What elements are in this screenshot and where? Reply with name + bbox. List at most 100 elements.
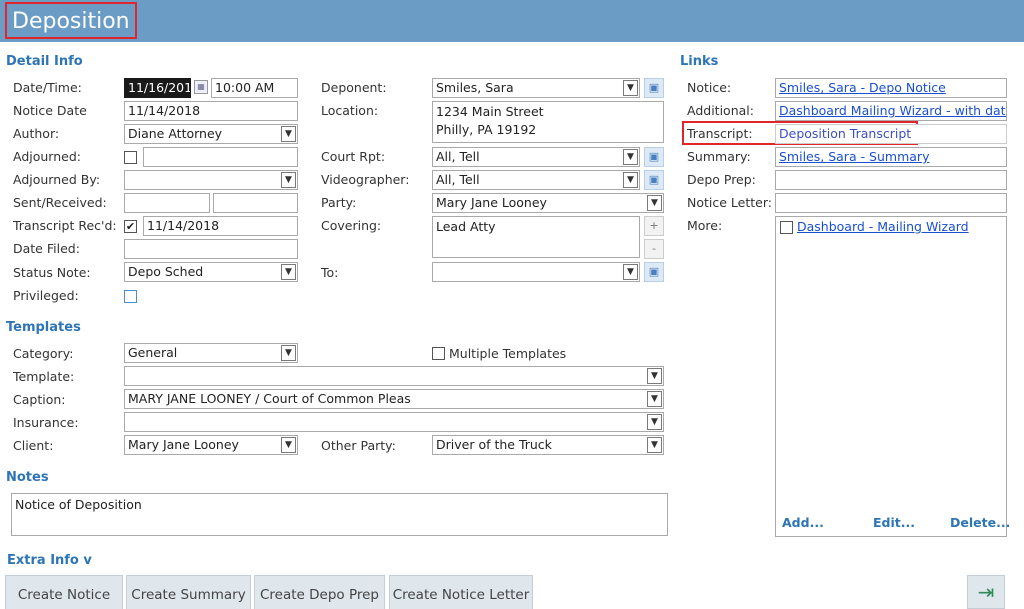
videographer-value: All, Tell <box>436 172 480 187</box>
chevron-down-icon[interactable]: ▼ <box>281 126 296 142</box>
transcript-checkbox[interactable]: ✔ <box>124 220 137 233</box>
covering-list[interactable]: Lead Atty <box>432 216 640 258</box>
chevron-down-icon[interactable]: ▼ <box>623 264 638 280</box>
summary-link-label: Summary: <box>687 149 751 164</box>
party-label: Party: <box>321 195 357 210</box>
adjourned-checkbox[interactable] <box>124 151 137 164</box>
chevron-down-icon[interactable]: ▼ <box>281 345 296 361</box>
party-select[interactable]: Mary Jane Looney ▼ <box>432 193 664 213</box>
other-party-select[interactable]: Driver of the Truck ▼ <box>432 435 664 455</box>
add-link-button[interactable]: Add... <box>782 515 824 530</box>
create-summary-button[interactable]: Create Summary <box>126 575 251 609</box>
transcript-link-label: Transcript: <box>687 126 753 141</box>
author-select[interactable]: Diane Attorney ▼ <box>124 124 298 144</box>
location-line-1: 1234 Main Street <box>436 104 544 119</box>
transcript-link-field[interactable]: Deposition Transcript <box>775 124 1007 144</box>
detail-info-heading: Detail Info <box>6 54 83 69</box>
chevron-down-icon[interactable]: ▼ <box>281 437 296 453</box>
summary-link-field[interactable]: Smiles, Sara - Summary <box>775 147 1007 167</box>
status-note-label: Status Note: <box>13 265 91 280</box>
chevron-down-icon[interactable]: ▼ <box>623 149 638 165</box>
to-select[interactable]: ▼ <box>432 262 640 282</box>
covering-label: Covering: <box>321 218 382 233</box>
client-select[interactable]: Mary Jane Looney ▼ <box>124 435 298 455</box>
to-label: To: <box>321 265 339 280</box>
notice-link-label: Notice: <box>687 80 732 95</box>
privileged-label: Privileged: <box>13 288 79 303</box>
contact-card-icon[interactable]: ▣ <box>644 147 664 167</box>
location-line-2: Philly, PA 19192 <box>436 122 537 137</box>
chevron-down-icon[interactable]: ▼ <box>647 195 662 211</box>
insurance-label: Insurance: <box>13 415 79 430</box>
location-label: Location: <box>321 103 379 118</box>
delete-link-button[interactable]: Delete... <box>950 515 1010 530</box>
create-notice-button[interactable]: Create Notice <box>5 575 123 609</box>
date-filed-field[interactable] <box>124 239 298 259</box>
chevron-down-icon[interactable]: ▼ <box>647 437 662 453</box>
contact-card-icon[interactable]: ▣ <box>644 262 664 282</box>
caption-label: Caption: <box>13 392 66 407</box>
transcript-recd-label: Transcript Rec'd: <box>13 218 117 233</box>
template-select[interactable]: ▼ <box>124 366 664 386</box>
received-field[interactable] <box>213 193 298 213</box>
extra-info-toggle[interactable]: Extra Info v <box>7 553 92 568</box>
covering-value: Lead Atty <box>436 219 496 234</box>
plus-icon[interactable]: + <box>644 216 664 236</box>
edit-link-button[interactable]: Edit... <box>873 515 915 530</box>
time-field[interactable]: 10:00 AM <box>211 78 298 98</box>
insurance-select[interactable]: ▼ <box>124 412 664 432</box>
sent-received-label: Sent/Received: <box>13 195 107 210</box>
privileged-checkbox[interactable] <box>124 290 137 303</box>
more-item-checkbox[interactable] <box>780 221 793 234</box>
videographer-select[interactable]: All, Tell ▼ <box>432 170 640 190</box>
transcript-link[interactable]: Deposition Transcript <box>779 126 911 141</box>
court-rpt-select[interactable]: All, Tell ▼ <box>432 147 640 167</box>
depo-prep-link-field[interactable] <box>775 170 1007 190</box>
chevron-down-icon[interactable]: ▼ <box>623 80 638 96</box>
multiple-templates-label: Multiple Templates <box>449 346 567 361</box>
chevron-down-icon[interactable]: ▼ <box>281 264 296 280</box>
notice-link[interactable]: Smiles, Sara - Depo Notice <box>779 80 946 95</box>
minus-icon[interactable]: - <box>644 239 664 259</box>
caption-select[interactable]: MARY JANE LOONEY / Court of Common Pleas… <box>124 389 664 409</box>
summary-link[interactable]: Smiles, Sara - Summary <box>779 149 929 164</box>
chevron-down-icon[interactable]: ▼ <box>281 172 296 188</box>
notice-link-field[interactable]: Smiles, Sara - Depo Notice <box>775 78 1007 98</box>
date-time-label: Date/Time: <box>13 80 82 95</box>
deponent-value: Smiles, Sara <box>436 80 514 95</box>
author-label: Author: <box>13 126 60 141</box>
additional-link[interactable]: Dashboard Mailing Wizard - with data <box>779 103 1006 118</box>
additional-link-field[interactable]: Dashboard Mailing Wizard - with data <box>775 101 1007 121</box>
chevron-down-icon[interactable]: ▼ <box>647 414 662 430</box>
notice-date-field[interactable]: 11/14/2018 <box>124 101 298 121</box>
deponent-select[interactable]: Smiles, Sara ▼ <box>432 78 640 98</box>
multiple-templates-checkbox[interactable] <box>432 347 445 360</box>
status-select[interactable]: Depo Sched ▼ <box>124 262 298 282</box>
contact-card-icon[interactable]: ▣ <box>644 78 664 98</box>
chevron-down-icon[interactable]: ▼ <box>647 391 662 407</box>
chevron-down-icon[interactable]: ▼ <box>623 172 638 188</box>
date-field[interactable]: 11/16/2018 <box>124 78 191 98</box>
location-field[interactable]: 1234 Main Street Philly, PA 19192 <box>432 101 664 143</box>
more-item-link[interactable]: Dashboard - Mailing Wizard <box>797 219 969 234</box>
calendar-icon[interactable]: ▦ <box>194 80 208 94</box>
videographer-label: Videographer: <box>321 172 410 187</box>
more-links-list[interactable]: Dashboard - Mailing Wizard Add... Edit..… <box>775 216 1010 537</box>
category-select[interactable]: General ▼ <box>124 343 298 363</box>
transcript-date-field[interactable]: 11/14/2018 <box>143 216 298 236</box>
sent-field[interactable] <box>124 193 210 213</box>
exit-icon[interactable]: ⇥ <box>967 575 1005 609</box>
adjourned-by-select[interactable]: ▼ <box>124 170 298 190</box>
create-notice-letter-button[interactable]: Create Notice Letter <box>389 575 533 609</box>
chevron-down-icon[interactable]: ▼ <box>647 368 662 384</box>
notice-letter-link-field[interactable] <box>775 193 1007 213</box>
notes-field[interactable]: Notice of Deposition <box>11 493 668 536</box>
title-bar <box>0 0 1024 42</box>
contact-card-icon[interactable]: ▣ <box>644 170 664 190</box>
create-depo-prep-button[interactable]: Create Depo Prep <box>254 575 385 609</box>
adjourned-field[interactable] <box>143 147 298 167</box>
category-label: Category: <box>13 346 74 361</box>
client-label: Client: <box>13 438 54 453</box>
date-filed-label: Date Filed: <box>13 241 80 256</box>
notes-value: Notice of Deposition <box>15 497 142 512</box>
